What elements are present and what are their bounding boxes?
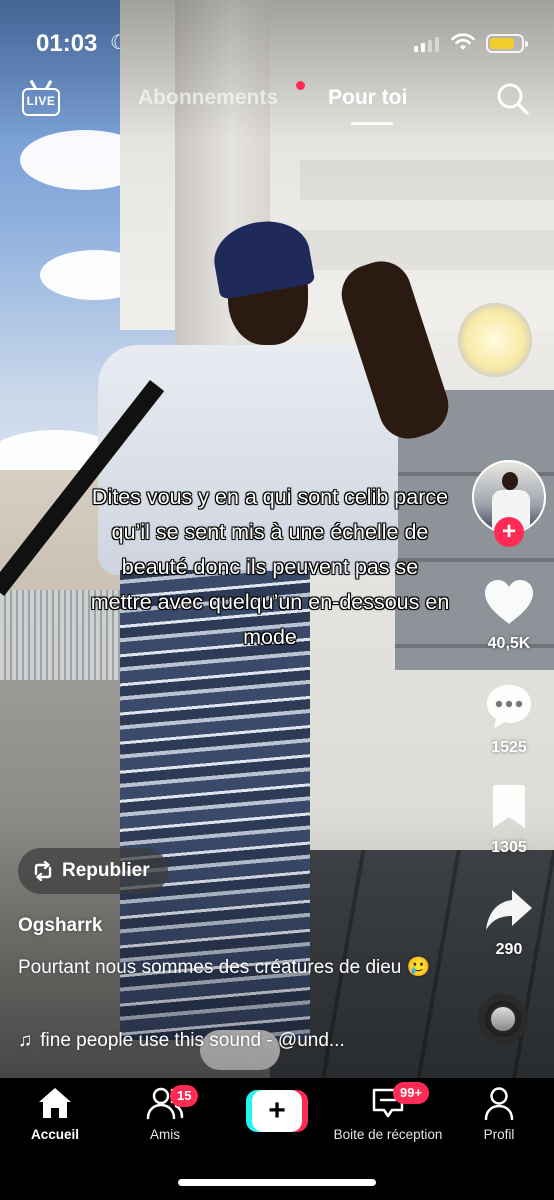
status-bar: 01:03 ☾ xyxy=(0,0,554,86)
tab-inbox-label: Boite de réception xyxy=(333,1127,443,1142)
moon-icon: ☾ xyxy=(110,32,128,54)
sound-label: fine people use this sound - @und... xyxy=(40,1030,345,1051)
tab-abonnements[interactable]: Abonnements xyxy=(138,86,278,110)
save-count: 1305 xyxy=(491,839,527,856)
post-description[interactable]: Pourtant nous sommes des créatures de di… xyxy=(18,950,438,985)
tab-pour-toi[interactable]: Pour toi xyxy=(328,86,407,110)
search-icon[interactable] xyxy=(496,82,530,116)
live-label: LIVE xyxy=(22,88,60,116)
like-button[interactable]: 40,5K xyxy=(469,578,549,653)
share-icon xyxy=(486,890,532,930)
music-note-icon: ♫ xyxy=(18,1030,33,1051)
battery-icon xyxy=(486,34,528,53)
like-count: 40,5K xyxy=(487,635,531,652)
comment-icon xyxy=(487,685,531,728)
repost-icon xyxy=(34,861,52,881)
comment-count: 1525 xyxy=(491,739,527,756)
comment-button[interactable]: 1525 xyxy=(469,682,549,757)
share-count: 290 xyxy=(495,941,523,958)
republier-label: Republier xyxy=(62,860,150,881)
home-icon xyxy=(39,1088,71,1118)
tab-profil-label: Profil xyxy=(483,1127,515,1142)
save-button[interactable]: 1305 xyxy=(469,784,549,857)
tab-amis-label: Amis xyxy=(150,1127,180,1142)
share-button[interactable]: 290 xyxy=(469,888,549,959)
status-time: 01:03 xyxy=(36,30,98,57)
live-button[interactable]: LIVE xyxy=(22,80,60,116)
cellular-signal-icon xyxy=(414,36,439,52)
tab-profil[interactable]: Profil xyxy=(444,1086,554,1142)
republier-button[interactable]: Republier xyxy=(18,848,168,894)
active-tab-indicator xyxy=(351,122,393,125)
video-ceiling-band xyxy=(300,230,554,270)
creator-username[interactable]: Ogsharrk xyxy=(18,915,102,937)
video-lamp xyxy=(458,303,532,377)
bookmark-icon xyxy=(493,785,525,828)
create-video-button[interactable]: + xyxy=(246,1090,308,1132)
video-ceiling-band xyxy=(300,160,554,200)
music-disc-icon[interactable] xyxy=(478,994,528,1044)
wifi-icon xyxy=(451,33,475,50)
profile-icon xyxy=(484,1087,514,1121)
plus-icon: + xyxy=(252,1090,302,1132)
heart-icon xyxy=(485,580,533,624)
follow-button[interactable]: + xyxy=(494,517,524,547)
tab-accueil[interactable]: Accueil xyxy=(0,1086,110,1142)
video-caption-overlay: Dites vous y en a qui sont celib parce q… xyxy=(90,485,450,649)
inbox-badge: 99+ xyxy=(393,1082,430,1104)
friends-badge: 15 xyxy=(170,1085,199,1107)
sound-link[interactable]: ♫ fine people use this sound - @und... xyxy=(18,1030,345,1052)
home-indicator[interactable] xyxy=(178,1179,376,1186)
tab-accueil-label: Accueil xyxy=(30,1127,80,1142)
battery-level xyxy=(490,38,514,49)
notification-dot xyxy=(296,81,305,90)
tab-amis[interactable]: Amis xyxy=(110,1086,220,1142)
